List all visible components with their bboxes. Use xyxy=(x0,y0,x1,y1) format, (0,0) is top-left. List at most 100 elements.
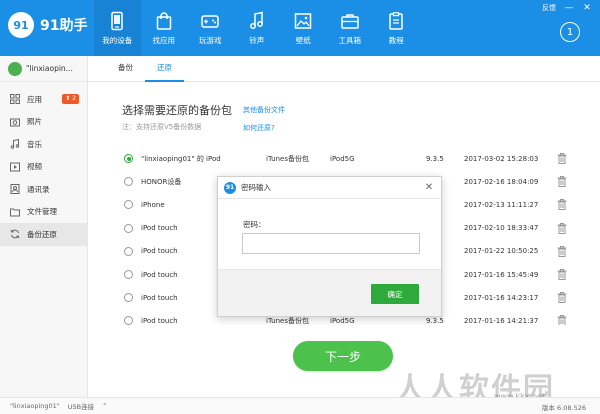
nav-item-tutorials[interactable]: 教程 xyxy=(373,0,420,56)
video-icon xyxy=(10,162,20,172)
sync-icon xyxy=(10,229,20,239)
password-dialog: 91 密码输入 ✕ 密码： 确定 xyxy=(217,176,442,317)
password-input[interactable] xyxy=(242,233,420,254)
device-name: "linxiaopin... xyxy=(26,64,73,73)
backup-radio[interactable] xyxy=(124,316,133,325)
backup-date: 2017-02-16 18:04:09 xyxy=(464,177,539,186)
backup-radio[interactable] xyxy=(124,177,133,187)
nav-item-wallpapers[interactable]: 壁纸 xyxy=(280,0,327,56)
phone-icon xyxy=(107,11,127,31)
trash-icon[interactable] xyxy=(556,292,568,304)
support-note: 注：支持还原V5备份数据 xyxy=(122,123,202,131)
sidebar-item-apps[interactable]: 应用 ⬆ 2 xyxy=(0,88,87,111)
nav-item-my-device[interactable]: 我的设备 xyxy=(94,0,141,56)
camera-icon xyxy=(10,117,20,127)
how-to-restore-link[interactable]: 如何还原? xyxy=(243,123,275,133)
backup-version: 9.3.5 xyxy=(426,316,444,325)
backup-model: iPod5G xyxy=(330,316,355,325)
device-selector[interactable]: "linxiaopin... xyxy=(0,56,88,82)
toolbox-icon xyxy=(340,11,360,31)
backup-date: 2017-01-16 15:45:49 xyxy=(464,270,539,279)
tab-backup[interactable]: 备份 xyxy=(106,56,145,82)
image-icon xyxy=(293,11,313,31)
sidebar-item-label: 应用 xyxy=(27,94,42,104)
dialog-title: 密码输入 xyxy=(241,183,271,192)
sidebar-item-label: 通讯录 xyxy=(27,184,50,194)
nav-item-toolbox[interactable]: 工具箱 xyxy=(327,0,374,56)
backup-name: "linxiaoping01" 的 iPod xyxy=(141,154,221,163)
clipboard-icon xyxy=(386,11,406,31)
backup-date: 2017-01-16 14:23:17 xyxy=(464,293,539,302)
sidebar-item-contacts[interactable]: 通讯录 xyxy=(0,178,87,201)
backup-name: iPod touch xyxy=(141,316,178,325)
backup-type: iTunes备份包 xyxy=(266,154,309,163)
backup-date: 2017-02-10 18:33:47 xyxy=(464,224,539,233)
update-count-badge: ⬆ 2 xyxy=(62,94,79,104)
music-icon xyxy=(10,139,20,149)
notification-badge[interactable]: 1 xyxy=(560,22,580,42)
status-bar: "linxiaoping01" USB连接 ⌃ 版本 6.08.526 xyxy=(0,397,600,414)
other-backup-files-link[interactable]: 其他备份文件 xyxy=(243,105,285,115)
nav-item-games[interactable]: 玩游戏 xyxy=(187,0,234,56)
sidebar-item-backup-restore[interactable]: 备份还原 xyxy=(0,223,87,246)
backup-radio[interactable] xyxy=(124,223,133,233)
trash-icon[interactable] xyxy=(556,245,568,257)
confirm-button[interactable]: 确定 xyxy=(371,284,419,304)
top-bar: 91 91助手 我的设备 找应用 玩游戏 铃声 壁纸 工具箱 教程 反馈 — ✕… xyxy=(0,0,600,56)
trash-icon[interactable] xyxy=(556,315,568,325)
sidebar-item-label: 音乐 xyxy=(27,139,42,149)
password-label: 密码： xyxy=(243,220,266,229)
sidebar-item-files[interactable]: 文件管理 xyxy=(0,201,87,224)
next-step-button[interactable]: 下一步 xyxy=(293,341,393,371)
apps-grid-icon xyxy=(10,94,20,105)
nav-label: 我的设备 xyxy=(102,35,133,45)
tab-restore[interactable]: 还原 xyxy=(145,56,184,82)
backup-radio[interactable] xyxy=(124,200,133,210)
backup-date: 2017-01-22 10:50:25 xyxy=(464,247,539,256)
folder-icon xyxy=(10,207,20,217)
nav-item-find-apps[interactable]: 找应用 xyxy=(141,0,188,56)
sidebar-item-music[interactable]: 音乐 xyxy=(0,133,87,156)
minimize-button[interactable]: — xyxy=(564,3,574,13)
dialog-close-button[interactable]: ✕ xyxy=(423,182,435,193)
trash-icon[interactable] xyxy=(556,153,568,165)
backup-radio[interactable] xyxy=(124,270,133,280)
trash-icon[interactable] xyxy=(556,199,568,211)
feedback-link[interactable]: 反馈 xyxy=(542,3,556,13)
backup-date: 2017-01-16 14:21:37 xyxy=(464,316,539,325)
app-logo-icon: 91 xyxy=(8,12,34,38)
nav-label: 铃声 xyxy=(249,35,265,45)
gamepad-icon xyxy=(200,11,220,31)
nav-label: 教程 xyxy=(388,35,404,45)
sidebar-item-video[interactable]: 视频 xyxy=(0,156,87,179)
backup-version: 9.3.5 xyxy=(426,154,444,163)
backup-radio[interactable] xyxy=(124,246,133,256)
nav-label: 工具箱 xyxy=(338,35,362,45)
status-device: "linxiaoping01" xyxy=(10,402,60,410)
table-row[interactable]: "linxiaoping01" 的 iPod iTunes备份包 iPod5G … xyxy=(112,147,572,170)
close-window-button[interactable]: ✕ xyxy=(582,3,592,13)
status-connection: USB连接 xyxy=(67,403,95,411)
trash-icon[interactable] xyxy=(556,176,568,188)
window-controls: 反馈 — ✕ xyxy=(542,3,592,13)
sidebar-item-label: 文件管理 xyxy=(27,207,57,217)
backup-radio[interactable] xyxy=(124,293,133,303)
sidebar-item-photos[interactable]: 照片 xyxy=(0,111,87,134)
nav-label: 找应用 xyxy=(152,35,176,45)
sidebar-item-label: 视频 xyxy=(27,162,42,172)
backup-model: iPod5G xyxy=(330,154,355,163)
backup-radio[interactable] xyxy=(124,154,133,164)
trash-icon[interactable] xyxy=(556,222,568,234)
trash-icon[interactable] xyxy=(556,269,568,281)
sidebar-item-label: 照片 xyxy=(27,117,42,127)
page-title: 选择需要还原的备份包 xyxy=(122,104,232,117)
dialog-header: 91 密码输入 xyxy=(218,177,441,199)
backup-date: 2017-03-02 15:28:03 xyxy=(464,154,539,163)
chevron-up-icon[interactable]: ⌃ xyxy=(102,402,107,410)
backup-tabs: 备份 还原 xyxy=(88,56,600,82)
contacts-icon xyxy=(10,184,20,195)
nav-item-ringtones[interactable]: 铃声 xyxy=(234,0,281,56)
music-note-icon xyxy=(247,11,267,31)
apple-device-icon xyxy=(8,61,22,76)
sidebar: 应用 ⬆ 2 照片 音乐 视频 通讯录 文件管理 备份还原 xyxy=(0,82,88,397)
